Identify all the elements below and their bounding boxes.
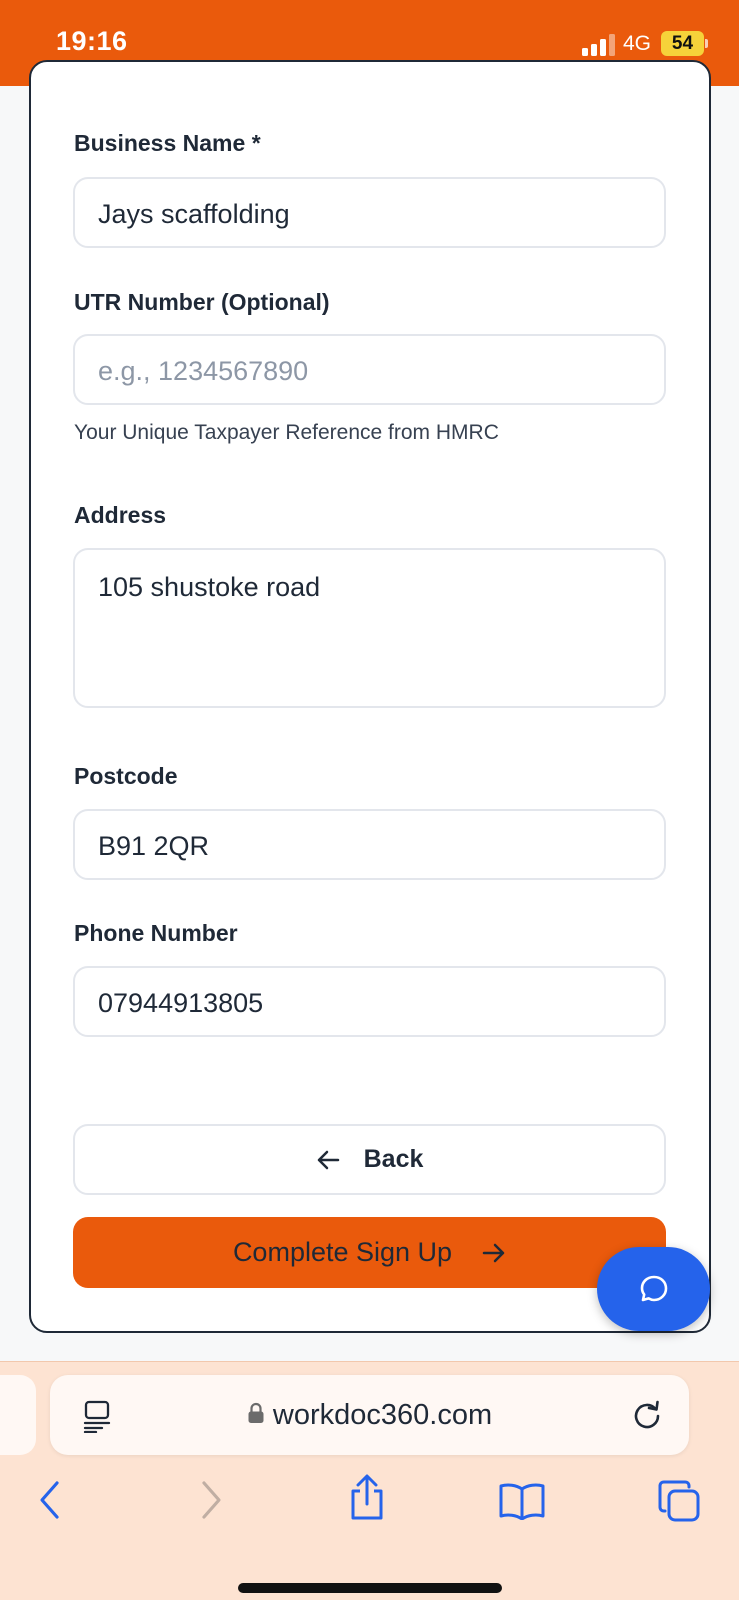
previous-tab[interactable] [0, 1375, 36, 1455]
postcode-input[interactable]: B91 2QR [73, 809, 666, 880]
status-time: 19:16 [56, 26, 128, 56]
address-textarea[interactable]: 105 shustoke road [73, 548, 666, 708]
battery-level: 54 [671, 33, 694, 54]
address-label: Address [74, 502, 167, 528]
phone-number-label: Phone Number [74, 920, 238, 946]
browser-chrome: workdoc360.com [0, 1361, 739, 1600]
battery-tip [705, 39, 708, 48]
back-button[interactable]: Back [73, 1124, 666, 1195]
chat-button[interactable] [597, 1247, 710, 1331]
utr-number-input[interactable]: e.g., 1234567890 [73, 334, 666, 405]
business-name-input[interactable]: Jays scaffolding [73, 177, 666, 248]
arrow-right-icon [482, 1243, 505, 1262]
complete-sign-up-label: Complete Sign Up [232, 1237, 453, 1267]
business-name-label: Business Name * [74, 130, 261, 156]
back-nav-icon[interactable] [37, 1480, 63, 1520]
reload-icon[interactable] [632, 1399, 662, 1431]
address-bar[interactable]: workdoc360.com [50, 1375, 689, 1455]
share-icon[interactable] [347, 1474, 387, 1522]
utr-number-hint: Your Unique Taxpayer Reference from HMRC [74, 421, 499, 444]
business-name-value: Jays scaffolding [98, 199, 290, 229]
postcode-label: Postcode [74, 763, 178, 789]
battery-icon: 54 [661, 31, 704, 56]
back-button-label: Back [363, 1145, 424, 1173]
lock-icon [248, 1403, 264, 1424]
home-indicator [238, 1583, 502, 1593]
arrow-left-icon [317, 1150, 339, 1169]
chat-bubble-icon [640, 1275, 667, 1302]
forward-nav-icon[interactable] [198, 1480, 224, 1520]
utr-number-placeholder: e.g., 1234567890 [98, 356, 309, 386]
url-text: workdoc360.com [272, 1399, 493, 1431]
phone-number-value: 07944913805 [98, 988, 264, 1018]
network-type: 4G [623, 32, 652, 55]
bookmarks-icon[interactable] [498, 1482, 546, 1520]
address-value: 105 shustoke road [98, 572, 321, 602]
complete-sign-up-button[interactable]: Complete Sign Up [73, 1217, 666, 1288]
tabs-icon[interactable] [657, 1479, 701, 1523]
phone-number-input[interactable]: 07944913805 [73, 966, 666, 1037]
signal-icon [582, 34, 616, 56]
utr-number-label: UTR Number (Optional) [74, 289, 330, 315]
postcode-value: B91 2QR [98, 831, 210, 861]
